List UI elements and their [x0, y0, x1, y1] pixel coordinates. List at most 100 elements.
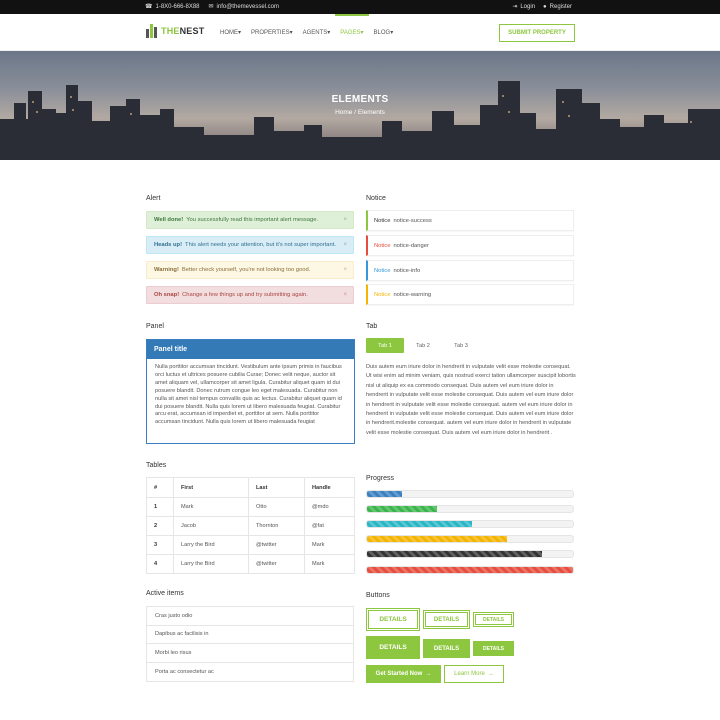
nav-pages[interactable]: PAGES ▾ [335, 14, 369, 51]
alert-section-title: Alert [146, 195, 161, 202]
alert-danger: Oh snap! Change a few things up and try s… [146, 286, 354, 304]
close-icon[interactable]: × [343, 292, 347, 298]
table-row: 4 Larry the Bird @twitter Mark [146, 554, 355, 574]
table-cell: Jacob [173, 516, 249, 536]
building-icon [146, 24, 158, 38]
main-nav: HOME ▾ PROPERTIES ▾ AGENTS ▾ PAGES ▾ BLOG ▾ [215, 14, 398, 51]
nav-home[interactable]: HOME ▾ [215, 14, 246, 51]
phone-icon: ☎ [145, 4, 153, 10]
panel-section-title: Panel [146, 323, 164, 330]
panel-body: Nulla porttitor accumsan tincidunt. Vest… [155, 364, 342, 426]
table-cell: Mark [304, 554, 355, 574]
progress-fill [367, 536, 508, 542]
alert-info: Heads up! This alert needs your attention… [146, 236, 354, 254]
notice-warning: Notice notice-warning [366, 284, 574, 305]
list-item[interactable]: Dapibus ac facilisis in [147, 626, 353, 644]
arrow-right-icon: → [425, 671, 432, 677]
learn-more-button[interactable]: Learn More → [444, 665, 504, 683]
caret-down-icon: ▾ [327, 30, 331, 36]
progress-bar [366, 550, 574, 558]
alert-success: Well done! You successfully read this imp… [146, 211, 354, 229]
notice-success: Notice notice-success [366, 210, 574, 231]
tab-section-title: Tab [366, 323, 378, 330]
login-link[interactable]: ⇥ Login [512, 3, 535, 11]
close-icon[interactable]: × [343, 242, 347, 248]
details-button-small-outline[interactable]: DETAILS [473, 612, 514, 627]
logo-main: NEST [179, 26, 205, 36]
breadcrumb: Home / Elements [335, 109, 385, 116]
logo-accent: THE [161, 26, 180, 36]
tab-content: Duis autem eum iriure dolor in hendrerit… [366, 364, 576, 436]
table-cell: Larry the Bird [173, 554, 249, 574]
progress-fill [367, 491, 403, 497]
caret-down-icon: ▾ [238, 30, 242, 36]
table-cell: @twitter [248, 554, 305, 574]
tab-3[interactable]: Tab 3 [442, 338, 480, 353]
caret-down-icon: ▾ [390, 30, 394, 36]
progress-bar [366, 566, 574, 574]
details-button-small[interactable]: DETAILS [473, 641, 514, 656]
notice-info: Notice notice-info [366, 260, 574, 281]
table-cell: Otto [248, 497, 305, 517]
notice-section-title: Notice [366, 195, 386, 202]
site-logo[interactable]: THENEST [146, 24, 204, 38]
table-cell: Thornton [248, 516, 305, 536]
table-header-cell: # [146, 477, 174, 498]
progress-fill [367, 506, 438, 512]
notice-danger: Notice notice-danger [366, 235, 574, 256]
nav-blog[interactable]: BLOG ▾ [369, 14, 399, 51]
tables-section-title: Tables [146, 462, 167, 469]
site-header: THENEST HOME ▾ PROPERTIES ▾ AGENTS ▾ PAGES ▾… [0, 14, 720, 51]
table-cell: Mark [304, 535, 355, 555]
tab-2[interactable]: Tab 2 [404, 338, 442, 353]
details-button-medium-outline[interactable]: DETAILS [423, 610, 470, 629]
data-table: # First Last Handle 1 Mark Otto @mdo 2 J… [146, 477, 355, 574]
table-cell: @mdo [304, 497, 355, 517]
nav-properties[interactable]: PROPERTIES ▾ [246, 14, 298, 51]
table-header-row: # First Last Handle [146, 477, 355, 498]
buttons-section-title: Buttons [366, 592, 390, 599]
page-title: ELEMENTS [331, 94, 389, 105]
submit-property-button[interactable]: SUBMIT PROPERTY [499, 24, 575, 42]
register-link[interactable]: ● Register [543, 3, 572, 10]
list-item[interactable]: Porta ac consectetur ac [147, 663, 353, 682]
panel-heading: Panel title [147, 340, 354, 359]
tab-1[interactable]: Tab 1 [366, 338, 404, 353]
details-button-large-outline[interactable]: DETAILS [366, 608, 420, 631]
table-cell: 1 [146, 497, 174, 517]
nav-agents[interactable]: AGENTS ▾ [298, 14, 336, 51]
table-cell: @fat [304, 516, 355, 536]
table-cell: Larry the Bird [173, 535, 249, 555]
table-cell: Mark [173, 497, 249, 517]
progress-bar [366, 535, 574, 543]
envelope-icon: ✉ [208, 4, 214, 10]
table-header-cell: Last [248, 477, 305, 498]
close-icon[interactable]: × [343, 217, 347, 223]
details-button-large[interactable]: DETAILS [366, 636, 420, 659]
get-started-button[interactable]: Get Started Now → [366, 665, 441, 683]
progress-fill [367, 551, 543, 557]
tab-bar: Tab 1 Tab 2 Tab 3 [366, 338, 480, 353]
panel: Panel title Nulla porttitor accumsan tin… [146, 339, 355, 444]
close-icon[interactable]: × [343, 267, 347, 273]
sign-in-icon: ⇥ [512, 4, 518, 10]
table-row: 1 Mark Otto @mdo [146, 497, 355, 517]
list-item[interactable]: Morbi leo risus [147, 644, 353, 663]
caret-down-icon: ▾ [360, 30, 364, 36]
progress-bar [366, 490, 574, 498]
details-button-medium[interactable]: DETAILS [423, 639, 470, 658]
email-contact[interactable]: ✉ info@themevessel.com [208, 3, 279, 11]
phone-contact[interactable]: ☎ 1-8X0-666-8X88 [145, 3, 200, 11]
progress-bar [366, 505, 574, 513]
list-item[interactable]: Cras justo odio [147, 607, 353, 626]
progress-section-title: Progress [366, 475, 395, 482]
alert-warning: Warning! Better check yourself, you're no… [146, 261, 354, 279]
progress-fill [367, 521, 473, 527]
table-header-cell: First [173, 477, 249, 498]
arrow-right-icon: → [487, 671, 494, 677]
top-bar: ☎ 1-8X0-666-8X88 ✉ info@themevessel.com ⇥ L… [0, 0, 720, 14]
progress-fill [367, 567, 573, 573]
table-row: 2 Jacob Thornton @fat [146, 516, 355, 536]
user-icon: ● [543, 3, 547, 10]
table-row: 3 Larry the Bird @twitter Mark [146, 535, 355, 555]
